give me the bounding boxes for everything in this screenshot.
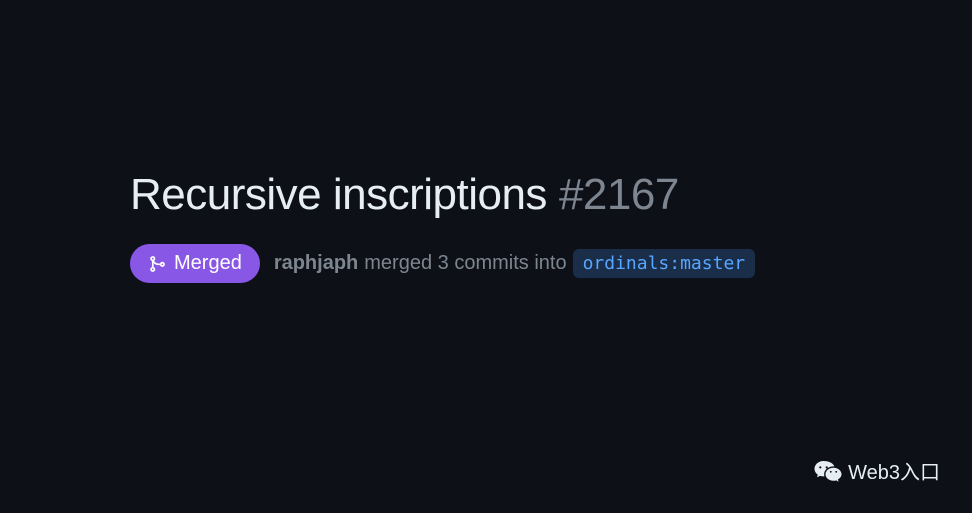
merge-description: raphjaph merged 3 commits into ordinals:… (274, 249, 755, 278)
git-merge-icon (148, 255, 166, 273)
wechat-icon (814, 459, 842, 483)
meta-row: Merged raphjaph merged 3 commits into or… (130, 244, 972, 283)
status-label: Merged (174, 252, 242, 275)
pr-title: Recursive inscriptions (130, 170, 547, 220)
pr-header: Recursive inscriptions #2167 Merged raph… (0, 0, 972, 283)
watermark-text: Web3入口 (848, 456, 940, 485)
author-link[interactable]: raphjaph (274, 252, 358, 275)
base-branch-pill[interactable]: ordinals:master (573, 249, 756, 278)
title-row: Recursive inscriptions #2167 (130, 170, 972, 220)
merged-badge: Merged (130, 244, 260, 283)
pr-number: #2167 (559, 170, 679, 220)
merge-action-text: merged 3 commits into (364, 252, 566, 275)
watermark: Web3入口 (814, 456, 940, 485)
